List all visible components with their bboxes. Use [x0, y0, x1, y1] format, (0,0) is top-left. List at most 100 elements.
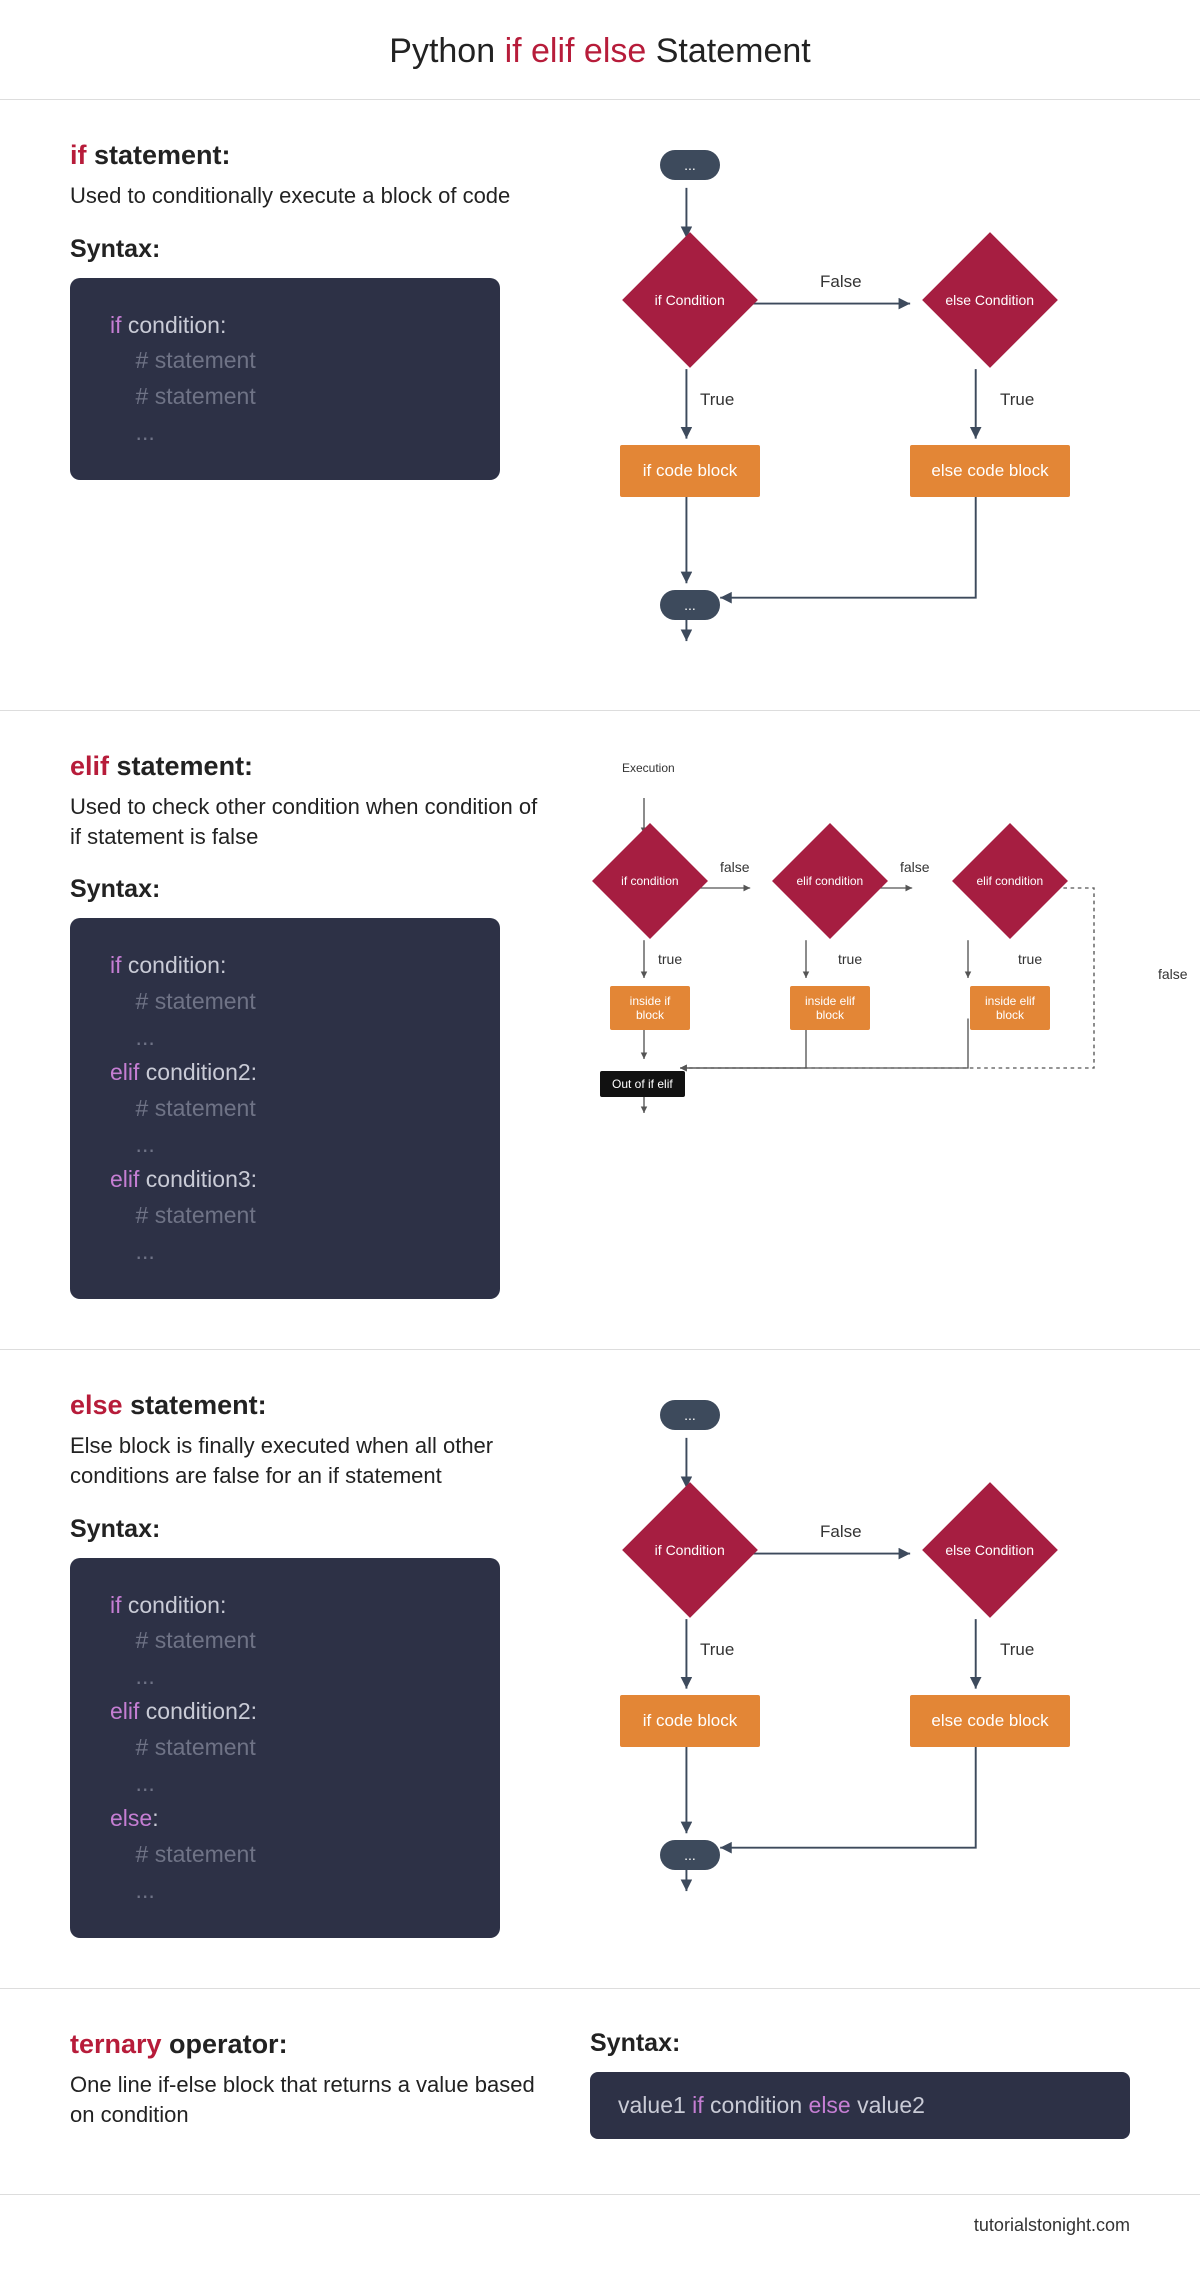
flow-exec-label: Execution [622, 761, 675, 775]
if-heading-suffix: statement: [87, 140, 231, 170]
flow-start: ... [660, 150, 720, 180]
code-kw: if [692, 2092, 704, 2118]
code-comment: ... [110, 1766, 468, 1802]
code-kw: if [110, 312, 122, 338]
section-ternary: ternary operator: One line if-else block… [0, 1989, 1200, 2194]
section-else: else statement: Else block is finally ex… [0, 1350, 1200, 1989]
section-if: if statement: Used to conditionally exec… [0, 100, 1200, 711]
ternary-left-column: ternary operator: One line if-else block… [70, 2029, 550, 2153]
title-keyword: if elif else [505, 32, 647, 70]
ternary-description: One line if-else block that returns a va… [70, 2070, 550, 2129]
title-prefix: Python [389, 32, 504, 70]
code-comment: ... [110, 1127, 468, 1163]
if-syntax-label: Syntax: [70, 235, 550, 264]
flow-label-true: true [838, 951, 862, 967]
if-keyword: if [70, 140, 87, 170]
code-kw: elif [110, 1698, 139, 1724]
ternary-heading-suffix: operator: [162, 2029, 288, 2059]
code-kw: elif [110, 1166, 139, 1192]
code-comment: ... [110, 1234, 468, 1270]
else-description: Else block is finally executed when all … [70, 1431, 550, 1490]
elif-heading: elif statement: [70, 751, 550, 782]
flow-label-true: True [700, 390, 734, 410]
flow-if-block: if code block [620, 445, 760, 497]
code-comment: # statement [110, 1730, 468, 1766]
code-comment: ... [110, 1020, 468, 1056]
code-comment: # statement [110, 1091, 468, 1127]
code-kw: if [110, 1592, 122, 1618]
if-code-block: if condition: # statement # statement ..… [70, 278, 500, 481]
flow-if-block: if code block [620, 1695, 760, 1747]
if-left-column: if statement: Used to conditionally exec… [70, 140, 550, 660]
code-text: condition2: [139, 1059, 257, 1085]
else-code-block: if condition: # statement ... elif condi… [70, 1558, 500, 1939]
else-keyword: else [70, 1390, 123, 1420]
code-text: condition: [122, 1592, 227, 1618]
flow-label-true: True [1000, 1640, 1034, 1660]
flow-label-false: false [900, 859, 930, 875]
else-heading-suffix: statement: [123, 1390, 267, 1420]
elif-description: Used to check other condition when condi… [70, 792, 550, 851]
if-heading: if statement: [70, 140, 550, 171]
code-kw: else [110, 1805, 152, 1831]
code-text: value2 [851, 2092, 925, 2118]
flow-label-false: False [820, 1522, 862, 1542]
code-text: condition: [122, 312, 227, 338]
flow-end: ... [660, 590, 720, 620]
flow-elif-block: inside elif block [790, 986, 870, 1030]
code-comment: ... [110, 1873, 468, 1909]
else-heading: else statement: [70, 1390, 550, 1421]
code-text: condition: [122, 952, 227, 978]
code-kw: elif [110, 1059, 139, 1085]
else-syntax-label: Syntax: [70, 1515, 550, 1544]
code-text: : [152, 1805, 158, 1831]
code-comment: # statement [110, 1623, 468, 1659]
code-comment: ... [110, 415, 468, 451]
code-text: condition3: [139, 1166, 257, 1192]
code-comment: # statement [110, 984, 468, 1020]
code-comment: # statement [110, 379, 468, 415]
else-left-column: else statement: Else block is finally ex… [70, 1390, 550, 1938]
flow-label-false: False [820, 272, 862, 292]
code-text: value1 [618, 2092, 692, 2118]
code-text: condition [704, 2092, 809, 2118]
elif-syntax-label: Syntax: [70, 875, 550, 904]
code-comment: ... [110, 1659, 468, 1695]
ternary-heading: ternary operator: [70, 2029, 550, 2060]
flow-label-true: true [658, 951, 682, 967]
page-title: Python if elif else Statement [0, 0, 1200, 100]
flow-end: ... [660, 1840, 720, 1870]
code-text: condition2: [139, 1698, 257, 1724]
elif-keyword: elif [70, 751, 109, 781]
code-comment: # statement [110, 1198, 468, 1234]
flow-label-true: true [1018, 951, 1042, 967]
flow-if-block: inside if block [610, 986, 690, 1030]
flow-label-true: True [1000, 390, 1034, 410]
flow-start: ... [660, 1400, 720, 1430]
ternary-code-block: value1 if condition else value2 [590, 2072, 1130, 2139]
code-comment: # statement [110, 1837, 468, 1873]
flow-lines [590, 140, 1130, 660]
elif-flowchart: Execution if condition elif condition el… [590, 751, 1130, 1299]
code-kw: else [809, 2092, 851, 2118]
flow-label-false: false [1158, 966, 1188, 982]
else-flowchart: ... if Condition else Condition False Tr… [590, 1390, 1130, 1938]
flow-label-false: false [720, 859, 750, 875]
ternary-keyword: ternary [70, 2029, 162, 2059]
footer-credit: tutorialstonight.com [0, 2195, 1200, 2266]
ternary-right-column: Syntax: value1 if condition else value2 [590, 2029, 1130, 2153]
code-comment: # statement [110, 343, 468, 379]
elif-heading-suffix: statement: [109, 751, 253, 781]
flow-label-true: True [700, 1640, 734, 1660]
if-flowchart: ... if Condition else Condition False Tr… [590, 140, 1130, 660]
code-kw: if [110, 952, 122, 978]
title-suffix: Statement [646, 32, 810, 70]
ternary-syntax-label: Syntax: [590, 2029, 1130, 2058]
elif-code-block: if condition: # statement ... elif condi… [70, 918, 500, 1299]
section-elif: elif statement: Used to check other cond… [0, 711, 1200, 1350]
flow-else-block: else code block [910, 1695, 1070, 1747]
flow-lines [590, 1390, 1130, 1910]
elif-left-column: elif statement: Used to check other cond… [70, 751, 550, 1299]
flow-out-block: Out of if elif [600, 1071, 685, 1097]
flow-else-block: else code block [910, 445, 1070, 497]
